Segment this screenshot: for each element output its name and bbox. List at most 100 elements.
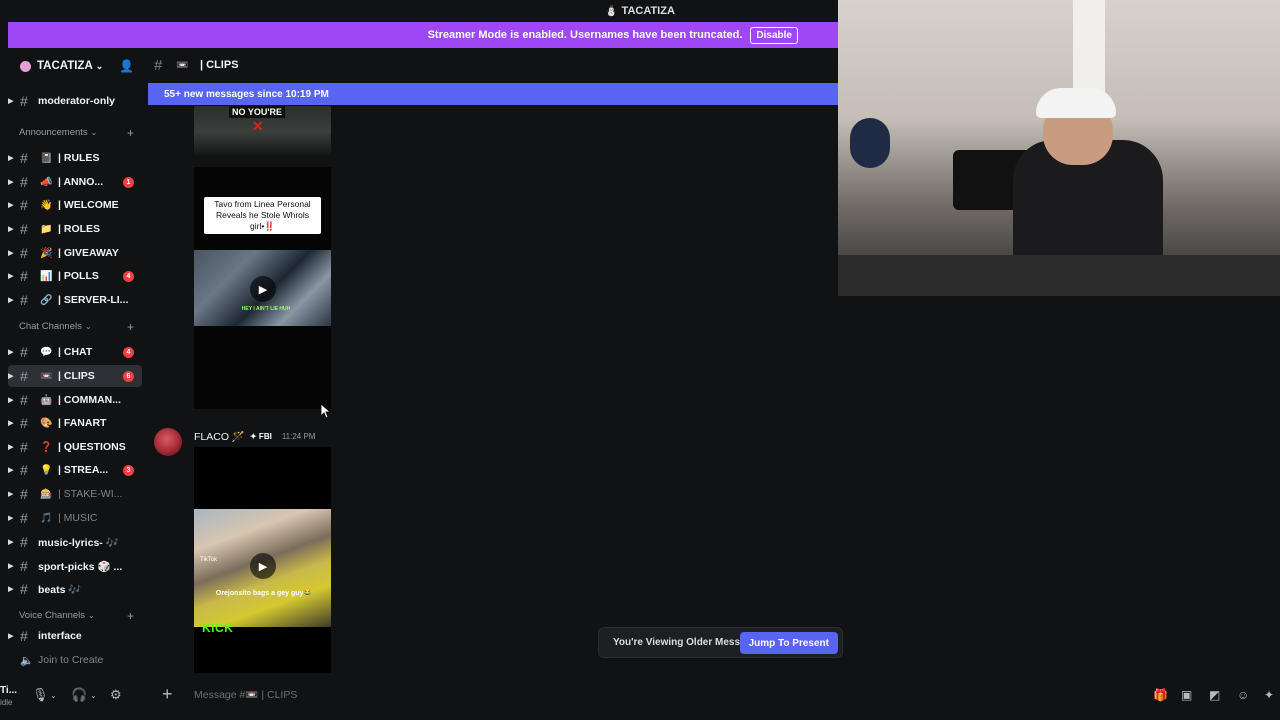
sidebar-channel-item[interactable]: ▶ # 💡 | STREA... 3	[8, 459, 142, 481]
channel-emoji: 📼	[40, 370, 53, 382]
channel-moderator-only[interactable]: ▶ # moderator-only	[8, 90, 142, 112]
new-messages-bar[interactable]: 55+ new messages since 10:19 PM	[148, 83, 838, 105]
voice-join-to-create[interactable]: 🔈 Join to Create	[8, 649, 142, 671]
channel-emoji: 💬	[40, 346, 53, 358]
unread-indicator: ▶	[8, 297, 14, 304]
unread-indicator: ▶	[8, 444, 14, 451]
channel-emoji: 🎰	[40, 488, 53, 500]
hash-icon: #	[20, 245, 28, 261]
sidebar-channel-item[interactable]: ▶ # 📊 | POLLS 4	[8, 265, 142, 287]
hash-icon: #	[20, 581, 28, 597]
server-header[interactable]: TACATIZA ⌄ 👤	[8, 48, 142, 84]
sidebar-channel-item[interactable]: ▶ # 🎵 | MUSIC	[8, 507, 142, 529]
chevron-down-icon[interactable]: ⌄	[90, 691, 97, 700]
channel-label: | STAKE-WI...	[58, 488, 123, 500]
apps-icon[interactable]: ✦	[1264, 688, 1274, 702]
sidebar-channel-item[interactable]: ▶ # 🎉 | GIVEAWAY	[8, 242, 142, 264]
streamer-mode-text: Streamer Mode is enabled. Usernames have…	[427, 29, 743, 41]
user-name[interactable]: Ti...	[0, 685, 17, 696]
sidebar-channel-item[interactable]: ▶ # 📼 | CLIPS 6	[8, 365, 142, 387]
sidebar-channel-item[interactable]: ▶ # 👋 | WELCOME	[8, 194, 142, 216]
unread-indicator: ▶	[8, 467, 14, 474]
sidebar-channel-item[interactable]: ▶ # beats 🎶	[8, 578, 142, 600]
streamer-mode-banner: Streamer Mode is enabled. Usernames have…	[8, 22, 838, 48]
unread-indicator: ▶	[8, 397, 14, 404]
sidebar-channel-item[interactable]: ▶ # 🎨 | FANART	[8, 412, 142, 434]
add-channel-icon[interactable]: +	[127, 320, 134, 334]
avatar[interactable]	[154, 428, 182, 456]
settings-gear-icon[interactable]: ⚙	[110, 687, 122, 703]
headphones-icon[interactable]: 🎧	[71, 687, 87, 703]
clip-caption: Tavo from Linea Personal Reveals he Stol…	[204, 197, 321, 234]
category-announcements[interactable]: Announcements ⌄ +	[19, 126, 139, 140]
unread-indicator: ▶	[8, 420, 14, 427]
category-chat-channels[interactable]: Chat Channels ⌄ +	[19, 320, 139, 334]
sidebar-channel-item[interactable]: ▶ # 📁 | ROLES	[8, 218, 142, 240]
unread-indicator: ▶	[8, 586, 14, 593]
category-voice-channels[interactable]: Voice Channels ⌄ +	[19, 609, 139, 623]
gif-icon[interactable]: ▣	[1181, 688, 1192, 702]
sidebar-channel-item[interactable]: ▶ # music-lyrics- 🎶	[8, 531, 142, 553]
channel-sidebar: TACATIZA ⌄ 👤 ▶ # moderator-only Announce…	[8, 48, 142, 676]
channel-emoji: 📓	[40, 152, 53, 164]
clip-video-3[interactable]: TikTok Orejonsito bags a gey guy😂 KICK ▶	[194, 447, 331, 673]
play-icon[interactable]: ▶	[250, 553, 276, 579]
unread-indicator: ▶	[8, 179, 14, 186]
hash-icon: #	[20, 510, 28, 526]
unread-indicator: ▶	[8, 273, 14, 280]
sidebar-channel-item[interactable]: ▶ # 💬 | CHAT 4	[8, 341, 142, 363]
microphone-icon[interactable]: 🎙	[32, 687, 49, 703]
channel-interface[interactable]: ▶ # interface	[8, 625, 142, 647]
channel-emoji: 🔗	[40, 294, 53, 306]
clip-overlay-text: NO YOU'RE	[229, 106, 285, 118]
unread-indicator: ▶	[8, 491, 14, 498]
hash-icon: #	[20, 439, 28, 455]
channel-emoji: 📣	[40, 176, 53, 188]
kick-logo: KICK	[202, 621, 234, 635]
sidebar-channel-item[interactable]: ▶ # ❓ | QUESTIONS	[8, 436, 142, 458]
channel-label: | ANNO...	[58, 176, 104, 188]
sidebar-channel-item[interactable]: ▶ # 🎰 | STAKE-WI...	[8, 483, 142, 505]
add-attachment-icon[interactable]: +	[162, 684, 173, 705]
channel-label: | CHAT	[58, 346, 93, 358]
hash-icon: #	[20, 174, 28, 190]
hash-icon: #	[20, 534, 28, 550]
hash-icon: #	[20, 344, 28, 360]
emoji-icon[interactable]: ☺	[1237, 688, 1249, 702]
sidebar-channel-item[interactable]: ▶ # 📣 | ANNO... 1	[8, 171, 142, 193]
chat-area: # 📼 | CLIPS 55+ new messages since 10:19…	[142, 48, 838, 676]
hash-icon: #	[20, 462, 28, 478]
unread-indicator: ▶	[8, 633, 14, 640]
add-channel-icon[interactable]: +	[127, 609, 134, 623]
channel-header: # 📼 | CLIPS	[142, 48, 838, 82]
message-input[interactable]: Message #📼 | CLIPS	[194, 688, 297, 701]
sidebar-channel-item[interactable]: ▶ # sport-picks 🎲 ...	[8, 555, 142, 577]
channel-emoji: 🎨	[40, 417, 53, 429]
unread-indicator: ▶	[8, 155, 14, 162]
sidebar-channel-item[interactable]: ▶ # 📓 | RULES	[8, 147, 142, 169]
streamer-webcam	[838, 0, 1280, 296]
author-name[interactable]: FLACO 🪄	[194, 430, 245, 443]
chevron-down-icon: ⌄	[90, 128, 98, 137]
sticker-icon[interactable]: ◩	[1209, 688, 1220, 702]
jump-to-present-button[interactable]: Jump To Present	[739, 632, 838, 654]
chevron-down-icon[interactable]: ⌄	[50, 691, 57, 700]
chevron-down-icon: ⌄	[84, 322, 92, 331]
clip-video-2[interactable]: Tavo from Linea Personal Reveals he Stol…	[194, 167, 331, 409]
gift-icon[interactable]: 🎁	[1153, 688, 1168, 702]
sidebar-channel-item[interactable]: ▶ # 🔗 | SERVER-LI...	[8, 289, 142, 311]
hash-icon: #	[20, 93, 28, 109]
window-title: TACATIZA	[621, 5, 675, 17]
clip-overlay-text: HEY I AIN'T LIE HUH	[241, 306, 291, 312]
clip-overlay-text: Orejonsito bags a gey guy😂	[215, 590, 313, 597]
invite-people-icon[interactable]: 👤	[119, 59, 134, 73]
hash-icon: #	[20, 558, 28, 574]
channel-label: sport-picks 🎲 ...	[38, 560, 123, 573]
unread-indicator: ▶	[8, 250, 14, 257]
play-icon[interactable]: ▶	[250, 276, 276, 302]
unread-indicator: ▶	[8, 563, 14, 570]
clip-video-1[interactable]: NO YOU'RE ✕	[194, 106, 331, 158]
disable-streamer-mode-button[interactable]: Disable	[750, 26, 798, 44]
sidebar-channel-item[interactable]: ▶ # 🤖 | COMMAN...	[8, 389, 142, 411]
add-channel-icon[interactable]: +	[127, 126, 134, 140]
